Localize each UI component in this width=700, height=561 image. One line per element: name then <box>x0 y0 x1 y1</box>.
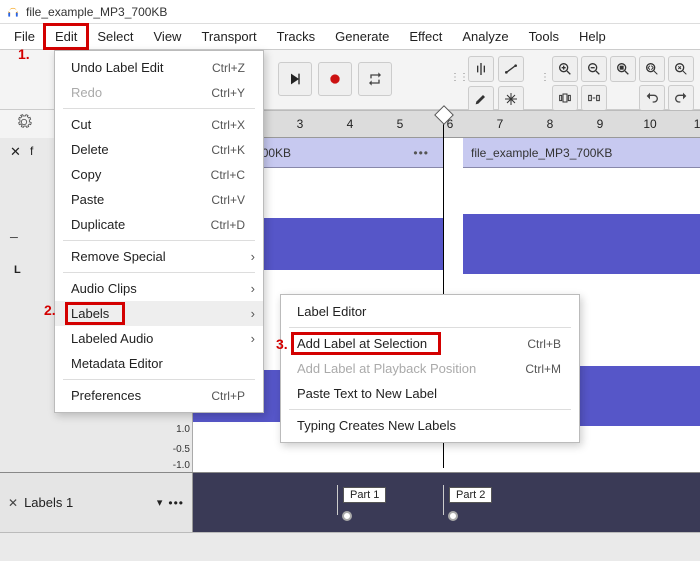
menu-duplicate[interactable]: DuplicateCtrl+D <box>55 212 263 237</box>
menu-tools[interactable]: Tools <box>519 25 569 48</box>
menu-audio-clips[interactable]: Audio Clips <box>55 276 263 301</box>
menu-transport[interactable]: Transport <box>191 25 266 48</box>
toolbar-grip-icon[interactable]: ⋮⋮ <box>450 72 468 83</box>
menu-select[interactable]: Select <box>87 25 143 48</box>
menu-help[interactable]: Help <box>569 25 616 48</box>
ruler-tick: 10 <box>643 117 656 131</box>
menu-cut[interactable]: CutCtrl+X <box>55 112 263 137</box>
label-marker[interactable]: Part 1 <box>343 487 386 503</box>
silence-button[interactable] <box>581 85 607 111</box>
track-menu-icon[interactable]: ••• <box>168 496 184 510</box>
window-title: file_example_MP3_700KB <box>26 5 167 19</box>
menu-remove-special[interactable]: Remove Special <box>55 244 263 269</box>
zoom-out-button[interactable] <box>581 56 607 82</box>
ruler-tick: 9 <box>597 117 604 131</box>
zoom-toggle-button[interactable] <box>668 56 694 82</box>
clip-header[interactable]: file_example_MP3_700KB <box>463 138 700 168</box>
labels-submenu-dropdown: Label Editor Add Label at SelectionCtrl+… <box>280 294 580 443</box>
menu-tracks[interactable]: Tracks <box>267 25 326 48</box>
label-pin-icon[interactable] <box>448 511 458 521</box>
annotation-step-3: 3. <box>276 336 288 352</box>
draw-tool-button[interactable] <box>468 86 494 112</box>
labels-track-panel[interactable]: ✕ Labels 1 ▾ ••• <box>0 473 193 532</box>
menu-generate[interactable]: Generate <box>325 25 399 48</box>
menu-view[interactable]: View <box>144 25 192 48</box>
menu-redo[interactable]: RedoCtrl+Y <box>55 80 263 105</box>
clip-name: file_example_MP3_700KB <box>471 146 612 160</box>
clip-menu-icon[interactable]: ••• <box>413 146 429 160</box>
submenu-add-label-at-playback[interactable]: Add Label at Playback PositionCtrl+M <box>281 356 579 381</box>
trim-button[interactable] <box>552 85 578 111</box>
label-marker[interactable]: Part 2 <box>449 487 492 503</box>
bottom-toolbar <box>0 532 700 561</box>
track-name-fragment: f <box>30 144 33 158</box>
labels-track: ✕ Labels 1 ▾ ••• Part 1 Part 2 <box>0 472 700 532</box>
labels-track-name: Labels 1 <box>24 495 73 510</box>
envelope-tool-button[interactable] <box>498 56 524 82</box>
annotation-step-2: 2. <box>44 302 56 318</box>
multi-tool-button[interactable] <box>498 86 524 112</box>
label-text[interactable]: Part 1 <box>343 487 386 503</box>
record-button[interactable] <box>318 62 352 96</box>
menu-copy[interactable]: CopyCtrl+C <box>55 162 263 187</box>
axis-value: 1.0 <box>176 424 190 435</box>
ruler-tick: 5 <box>397 117 404 131</box>
submenu-add-label-at-selection[interactable]: Add Label at SelectionCtrl+B <box>281 331 579 356</box>
fit-selection-button[interactable] <box>610 56 636 82</box>
label-marker-line <box>337 485 338 515</box>
menu-delete[interactable]: DeleteCtrl+K <box>55 137 263 162</box>
ruler-tick: 4 <box>347 117 354 131</box>
menu-bar: File Edit Select View Transport Tracks G… <box>0 24 700 50</box>
menu-preferences[interactable]: PreferencesCtrl+P <box>55 383 263 408</box>
submenu-typing-creates-labels[interactable]: Typing Creates New Labels <box>281 413 579 438</box>
edit-menu-dropdown: Undo Label EditCtrl+Z RedoCtrl+Y CutCtrl… <box>54 50 264 413</box>
loop-button[interactable] <box>358 62 392 96</box>
selection-tool-button[interactable] <box>468 56 494 82</box>
gear-icon[interactable] <box>16 114 32 133</box>
menu-effect[interactable]: Effect <box>399 25 452 48</box>
label-pin-icon[interactable] <box>342 511 352 521</box>
menu-metadata-editor[interactable]: Metadata Editor <box>55 351 263 376</box>
label-marker-line <box>443 485 444 515</box>
chevron-down-icon[interactable]: ▾ <box>157 496 163 509</box>
zoom-in-button[interactable] <box>552 56 578 82</box>
ruler-tick: 8 <box>547 117 554 131</box>
menu-analyze[interactable]: Analyze <box>452 25 518 48</box>
annotation-step-1: 1. <box>18 46 30 62</box>
ruler-tick: 3 <box>297 117 304 131</box>
track-close-icon[interactable]: ✕ <box>10 144 21 160</box>
submenu-label-editor[interactable]: Label Editor <box>281 299 579 324</box>
redo-button[interactable] <box>668 85 694 111</box>
app-icon <box>6 5 20 19</box>
channel-label: L <box>14 264 21 276</box>
fit-project-button[interactable] <box>639 56 665 82</box>
track-collapse-icon[interactable]: ─ <box>10 232 18 244</box>
title-bar: file_example_MP3_700KB <box>0 0 700 24</box>
axis-value: -1.0 <box>173 460 190 471</box>
ruler-tick: 11 <box>694 117 700 131</box>
ruler-tick: 7 <box>497 117 504 131</box>
menu-undo[interactable]: Undo Label EditCtrl+Z <box>55 55 263 80</box>
track-close-icon[interactable]: ✕ <box>8 496 18 510</box>
menu-file[interactable]: File <box>4 25 45 48</box>
menu-edit[interactable]: Edit <box>45 25 87 48</box>
menu-labeled-audio[interactable]: Labeled Audio <box>55 326 263 351</box>
submenu-paste-text-to-label[interactable]: Paste Text to New Label <box>281 381 579 406</box>
undo-button[interactable] <box>639 85 665 111</box>
play-button[interactable] <box>278 62 312 96</box>
axis-value: -0.5 <box>173 444 190 455</box>
menu-paste[interactable]: PasteCtrl+V <box>55 187 263 212</box>
label-text[interactable]: Part 2 <box>449 487 492 503</box>
menu-labels[interactable]: Labels <box>55 301 263 326</box>
